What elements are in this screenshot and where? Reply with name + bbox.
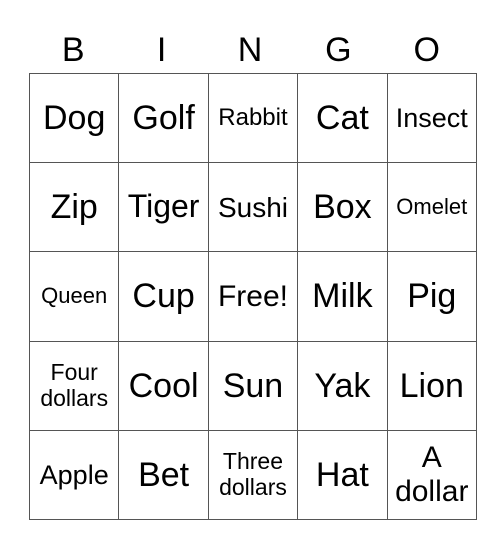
bingo-row: Queen Cup Free! Milk Pig — [28, 251, 477, 342]
bingo-grid: Dog Golf Rabbit Cat Insect Zip Tiger Sushi Box Om… — [28, 72, 477, 520]
bingo-cell[interactable]: A dollar — [386, 429, 477, 520]
bingo-row: Zip Tiger Sushi Box Omelet — [28, 162, 477, 253]
bingo-cell[interactable]: Hat — [297, 429, 388, 520]
header-letter-g: G — [325, 31, 352, 69]
bingo-cell[interactable]: Sushi — [207, 162, 299, 253]
bingo-cell[interactable]: Cat — [297, 72, 388, 164]
header-letter-n: N — [237, 31, 263, 69]
bingo-row: Dog Golf Rabbit Cat Insect — [28, 72, 477, 164]
bingo-cell[interactable]: Four dollars — [28, 340, 120, 431]
bingo-cell[interactable]: Milk — [297, 251, 388, 342]
bingo-cell[interactable]: Rabbit — [207, 72, 299, 164]
bingo-cell[interactable]: Cup — [118, 251, 209, 342]
bingo-cell[interactable]: Insect — [386, 72, 477, 164]
bingo-cell[interactable]: Queen — [28, 251, 120, 342]
header-letter-o: O — [413, 31, 440, 69]
bingo-cell[interactable]: Three dollars — [207, 429, 299, 520]
bingo-cell[interactable]: Zip — [28, 162, 120, 253]
header-letter-b: B — [61, 31, 85, 69]
bingo-cell[interactable]: Box — [297, 162, 388, 253]
bingo-row: Apple Bet Three dollars Hat A dollar — [28, 429, 477, 520]
bingo-cell[interactable]: Pig — [386, 251, 477, 342]
bingo-cell[interactable]: Sun — [207, 340, 299, 431]
bingo-header: B I N G O — [29, 28, 471, 72]
bingo-cell[interactable]: Free! — [207, 251, 299, 342]
bingo-row: Four dollars Cool Sun Yak Lion — [28, 340, 477, 431]
header-letter-i: I — [156, 31, 167, 69]
bingo-cell[interactable]: Yak — [297, 340, 388, 431]
bingo-cell[interactable]: Golf — [118, 72, 209, 164]
bingo-cell[interactable]: Apple — [28, 429, 120, 520]
bingo-cell[interactable]: Tiger — [118, 162, 209, 253]
bingo-cell[interactable]: Omelet — [386, 162, 477, 253]
bingo-cell[interactable]: Dog — [28, 72, 120, 164]
bingo-cell[interactable]: Cool — [118, 340, 209, 431]
bingo-cell[interactable]: Lion — [386, 340, 477, 431]
bingo-cell[interactable]: Bet — [118, 429, 209, 520]
